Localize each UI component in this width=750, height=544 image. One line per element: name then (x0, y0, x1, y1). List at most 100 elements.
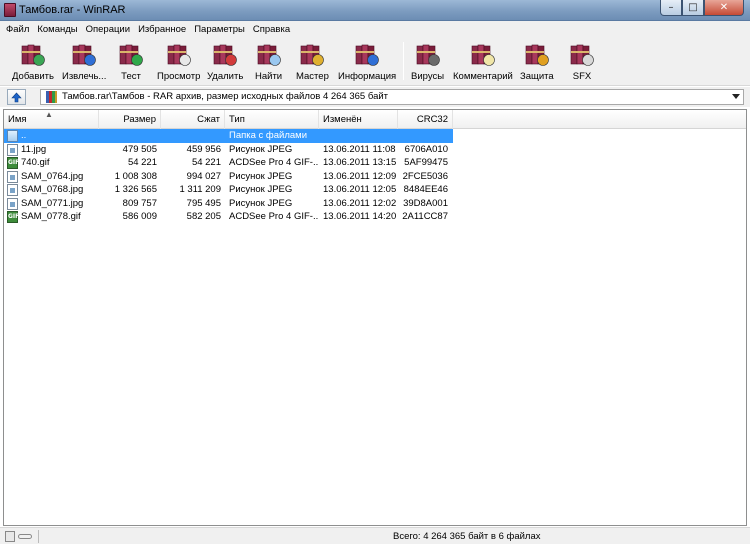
window-controls: – □ ✕ (660, 0, 744, 17)
column-header-packed[interactable]: Сжат (161, 110, 225, 129)
info-button-label: Информация (338, 71, 397, 82)
extract-button-label: Извлечь... (62, 71, 107, 82)
column-header-name-label: Имя (8, 114, 27, 125)
view-button-label: Просмотр (157, 71, 201, 82)
maximize-button[interactable]: □ (682, 0, 704, 16)
delete-button-label: Удалить (207, 71, 244, 82)
folder-up-icon (7, 130, 18, 142)
gif-file-icon: GIF (7, 211, 19, 223)
books-protect-icon (524, 40, 550, 68)
window-title: Тамбов.rar - WinRAR (19, 4, 126, 16)
books-find-icon (256, 40, 282, 68)
file-row[interactable]: SAM_0768.jpg 1 326 565 1 311 209 Рисунок… (4, 183, 746, 197)
books-wizard-icon (299, 40, 325, 68)
up-folder-button[interactable] (7, 89, 26, 105)
file-type: Рисунок JPEG (229, 170, 293, 182)
delete-button[interactable]: Удалить (207, 40, 243, 84)
books-test-icon (118, 40, 144, 68)
file-list[interactable]: ▲ Имя Размер Сжат Тип Изменён CRC32 .. П… (3, 109, 747, 526)
file-type: Рисунок JPEG (229, 197, 293, 209)
up-arrow-icon (11, 92, 22, 102)
file-row-parent[interactable]: .. Папка с файлами (4, 129, 453, 143)
column-header-type[interactable]: Тип (225, 110, 319, 129)
menu-options[interactable]: Параметры (190, 24, 249, 35)
sfx-button[interactable]: SFX (569, 40, 595, 84)
virus-button[interactable]: Вирусы (411, 40, 444, 84)
wizard-button[interactable]: Мастер (296, 40, 329, 84)
books-add-icon (20, 40, 46, 68)
books-comment-icon (470, 40, 496, 68)
column-header-name[interactable]: ▲ Имя (4, 110, 99, 129)
file-size: 1 008 308 (114, 170, 157, 182)
jpeg-file-icon (7, 170, 18, 183)
file-size: 809 757 (122, 197, 157, 209)
protect-button[interactable]: Защита (520, 40, 554, 84)
file-modified: 13.06.2011 12:09 (323, 170, 397, 182)
jpeg-file-icon (7, 143, 18, 156)
virus-button-label: Вирусы (411, 71, 445, 82)
file-modified: 13.06.2011 12:02 (323, 197, 397, 209)
menu-help[interactable]: Справка (249, 24, 294, 35)
file-crc: 8484EE46 (403, 184, 448, 195)
find-button[interactable]: Найти (255, 40, 282, 84)
file-name: SAM_0764.jpg (21, 170, 84, 182)
minimize-button[interactable]: – (660, 0, 682, 16)
extract-button[interactable]: Извлечь... (62, 40, 106, 84)
file-modified (323, 129, 398, 143)
sfx-button-label: SFX (572, 71, 592, 82)
file-modified: 13.06.2011 11:08 (323, 143, 396, 155)
books-virus-icon (415, 40, 441, 68)
file-type: ACDSee Pro 4 GIF-... (229, 211, 319, 222)
menu-file[interactable]: Файл (2, 24, 33, 35)
file-list-header: ▲ Имя Размер Сжат Тип Изменён CRC32 (4, 110, 746, 129)
file-type: ACDSee Pro 4 GIF-... (229, 157, 319, 168)
file-packed: 459 956 (186, 143, 221, 155)
close-button[interactable]: ✕ (704, 0, 744, 16)
file-row[interactable]: SAM_0764.jpg 1 008 308 994 027 Рисунок J… (4, 170, 746, 184)
path-field[interactable]: Тамбов.rar\Тамбов - RAR архив, размер ис… (40, 89, 744, 105)
jpeg-file-icon (7, 197, 18, 210)
path-text: Тамбов.rar\Тамбов - RAR архив, размер ис… (62, 91, 389, 102)
add-button[interactable]: Добавить (12, 40, 54, 84)
file-packed (161, 129, 221, 143)
file-modified: 13.06.2011 12:05 (323, 184, 397, 195)
books-sfx-icon (569, 40, 595, 68)
menu-bar: Файл Команды Операции Избранное Параметр… (0, 21, 750, 38)
file-crc: 5AF99475 (404, 157, 448, 168)
books-extract-icon (71, 40, 97, 68)
file-packed: 1 311 209 (179, 184, 221, 195)
column-header-size[interactable]: Размер (99, 110, 161, 129)
address-bar: Тамбов.rar\Тамбов - RAR архив, размер ис… (0, 87, 750, 107)
file-row[interactable]: SAM_0771.jpg 809 757 795 495 Рисунок JPE… (4, 197, 746, 211)
toolbar-separator (403, 42, 404, 80)
file-name: 11.jpg (21, 143, 47, 155)
file-packed: 582 205 (186, 211, 221, 222)
file-name: SAM_0778.gif (21, 211, 81, 222)
file-packed: 54 221 (191, 157, 221, 168)
test-button[interactable]: Тест (118, 40, 144, 84)
column-header-crc[interactable]: CRC32 (398, 110, 453, 129)
drive-icon[interactable] (5, 531, 15, 542)
file-row[interactable]: GIF 740.gif 54 221 54 221 ACDSee Pro 4 G… (4, 156, 746, 170)
comment-button[interactable]: Комментарий (453, 40, 513, 84)
column-header-modified[interactable]: Изменён (319, 110, 398, 129)
toolbar: Добавить Извлечь... Тест Просмотр Удалит… (0, 38, 750, 86)
file-size: 1 326 565 (114, 184, 157, 195)
menu-favorites[interactable]: Избранное (134, 24, 190, 35)
add-button-label: Добавить (12, 71, 54, 82)
chevron-down-icon[interactable] (732, 94, 740, 99)
file-modified: 13.06.2011 13:15 (323, 157, 397, 168)
view-button[interactable]: Просмотр (157, 40, 200, 84)
file-row[interactable]: 11.jpg 479 505 459 956 Рисунок JPEG 13.0… (4, 143, 746, 157)
file-row[interactable]: GIF SAM_0778.gif 586 009 582 205 ACDSee … (4, 210, 746, 224)
key-icon[interactable] (18, 534, 32, 539)
status-separator (38, 530, 39, 543)
file-name: SAM_0771.jpg (21, 197, 84, 209)
winrar-app-icon[interactable] (4, 3, 16, 17)
menu-operations[interactable]: Операции (82, 24, 134, 35)
status-bar: Всего: 4 264 365 байт в 6 файлах (0, 527, 750, 544)
file-crc: 6706A010 (404, 143, 448, 155)
info-button[interactable]: Информация (338, 40, 396, 84)
file-name: SAM_0768.jpg (21, 184, 84, 195)
menu-commands[interactable]: Команды (33, 24, 81, 35)
